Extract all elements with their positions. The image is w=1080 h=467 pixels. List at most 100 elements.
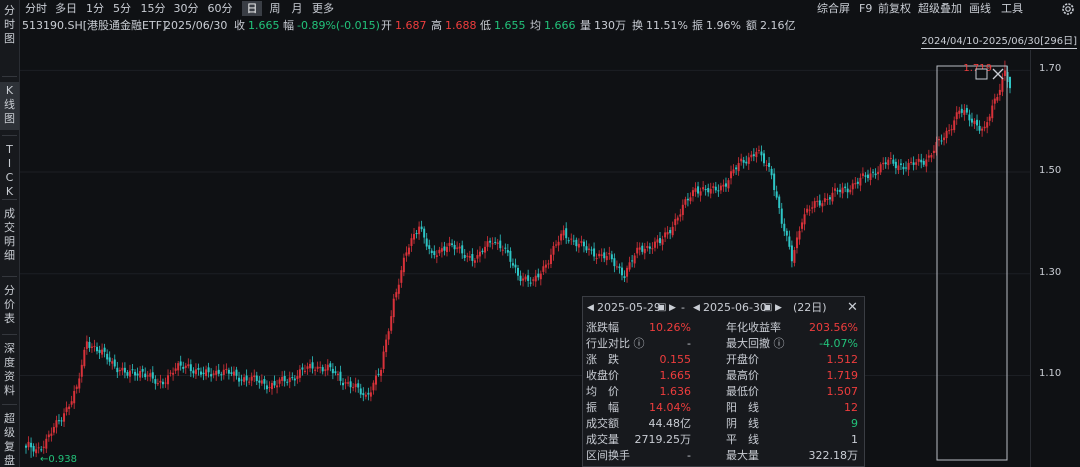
side-tab-price-table[interactable]: 分价表 — [0, 282, 19, 332]
timeframe-tab-multiday[interactable]: 多日 — [53, 1, 79, 16]
candle-body — [679, 214, 682, 217]
candle-body — [844, 186, 847, 189]
forward-adjust-button[interactable]: 前复权 — [878, 1, 911, 16]
timeframe-tab-30min[interactable]: 30分 — [172, 1, 200, 16]
candle-body — [392, 298, 395, 318]
y-tick: 1.70 — [1039, 63, 1062, 75]
candle-body — [859, 177, 862, 186]
calendar-icon[interactable]: ▣ — [657, 297, 666, 319]
candle-body — [271, 382, 273, 390]
timeframe-tab-5min[interactable]: 5分 — [110, 1, 134, 16]
start-date[interactable]: 2025-05-29 — [597, 297, 661, 319]
candle-body — [192, 370, 195, 374]
avg-label: 均 — [530, 19, 541, 32]
candle-body — [169, 372, 172, 374]
stat-label: 均 价 — [586, 385, 619, 398]
candle-body — [309, 363, 312, 369]
volume-label: 量 — [580, 19, 591, 32]
candle-body — [179, 361, 182, 366]
candle-body — [910, 161, 913, 163]
side-tab-char: I — [7, 157, 12, 170]
timeframe-tab-day[interactable]: 日 — [242, 1, 262, 16]
f9-button[interactable]: F9 — [859, 1, 872, 16]
candle-body — [801, 222, 804, 229]
candle-body — [851, 183, 854, 190]
chevron-left-icon[interactable]: ◀ — [693, 297, 700, 319]
timeframe-tab-timeshare[interactable]: 分时 — [22, 1, 50, 16]
candle-body — [978, 125, 981, 131]
candle-body — [577, 243, 580, 248]
candle-body — [770, 168, 773, 176]
candle-body — [357, 383, 360, 388]
stat-label: 最低价 — [726, 385, 759, 398]
date-range-label[interactable]: 2024/04/10-2025/06/30[296日] — [921, 36, 1077, 49]
side-tab-divider — [2, 334, 17, 335]
stat-value: 1.719 — [826, 369, 859, 382]
candle-body — [402, 257, 405, 273]
candle-body — [697, 186, 700, 194]
close-icon[interactable]: ✕ — [847, 297, 858, 319]
candle-body — [400, 270, 403, 283]
side-tab-tick[interactable]: TICK — [0, 141, 19, 199]
end-date[interactable]: 2025-06-30 — [703, 297, 767, 319]
kline-chart[interactable]: ←0.938 1.719 — [20, 50, 1030, 467]
candle-body — [448, 242, 451, 246]
candle-body — [428, 245, 431, 249]
stats-row: 成交量 2719.25万 平 线 1 — [583, 432, 864, 448]
selection-stats-icon[interactable] — [975, 68, 988, 80]
side-tab-timeshare[interactable]: 分时图 — [0, 2, 19, 62]
candle-body — [494, 241, 497, 243]
super-overlay-button[interactable]: 超级叠加 — [918, 1, 962, 16]
side-tab-depth[interactable]: 深度资料 — [0, 340, 19, 402]
candle-body — [681, 204, 684, 215]
side-tab-char: 盘 — [4, 454, 15, 467]
side-tab-char: 度 — [4, 356, 15, 369]
chevron-left-icon[interactable]: ◀ — [587, 297, 594, 319]
timeframe-tab-week[interactable]: 周 — [266, 1, 284, 16]
candle-body — [347, 382, 350, 384]
candle-body — [932, 150, 935, 153]
timeframe-tab-15min[interactable]: 15分 — [139, 1, 167, 16]
candle-body — [925, 159, 928, 167]
quote-date: 2025/06/30 — [164, 19, 228, 32]
candle-body — [778, 196, 781, 209]
candle-body — [413, 234, 416, 240]
candle-body — [572, 240, 575, 242]
candle-body — [189, 364, 192, 372]
side-tab-kline[interactable]: K线图 — [0, 82, 19, 130]
chevron-right-icon[interactable]: ▶ — [669, 297, 676, 319]
calendar-icon[interactable]: ▣ — [763, 297, 772, 319]
timeframe-tab-60min[interactable]: 60分 — [206, 1, 234, 16]
candle-body — [861, 173, 864, 176]
gear-icon[interactable] — [1060, 1, 1076, 17]
candle-body — [471, 253, 474, 261]
stat-label: 阳 线 — [726, 401, 759, 414]
candle-body — [461, 245, 464, 254]
timeframe-tab-1min[interactable]: 1分 — [84, 1, 106, 16]
stat-value: 9 — [851, 417, 858, 430]
chevron-right-icon[interactable]: ▶ — [775, 297, 782, 319]
stat-label: 平 线 — [726, 433, 759, 446]
candle-body — [927, 155, 930, 158]
candle-body — [626, 267, 629, 277]
candle-body — [968, 114, 971, 121]
tools-button[interactable]: 工具 — [1001, 1, 1023, 16]
stat-label: 成交量 — [586, 433, 619, 446]
side-tab-char: K — [5, 185, 14, 198]
timeframe-tab-more[interactable]: 更多 — [310, 1, 336, 16]
candle-body — [387, 331, 390, 340]
side-tab-super-replay[interactable]: 超级复盘 — [0, 410, 19, 467]
side-tab-trade-detail[interactable]: 成交明细 — [0, 205, 19, 273]
candle-body — [727, 180, 730, 189]
amount-label: 额 — [746, 19, 757, 32]
composite-screen-button[interactable]: 综合屏 — [817, 1, 850, 16]
candle-body — [255, 375, 258, 382]
draw-line-button[interactable]: 画线 — [969, 1, 991, 16]
timeframe-tab-month[interactable]: 月 — [288, 1, 306, 16]
candle-body — [40, 449, 43, 451]
turnover-value: 11.51% — [646, 19, 688, 32]
candle-body — [958, 110, 961, 114]
candle-body — [30, 442, 33, 448]
side-tab-char: 级 — [4, 426, 15, 439]
candle-body — [364, 394, 367, 397]
